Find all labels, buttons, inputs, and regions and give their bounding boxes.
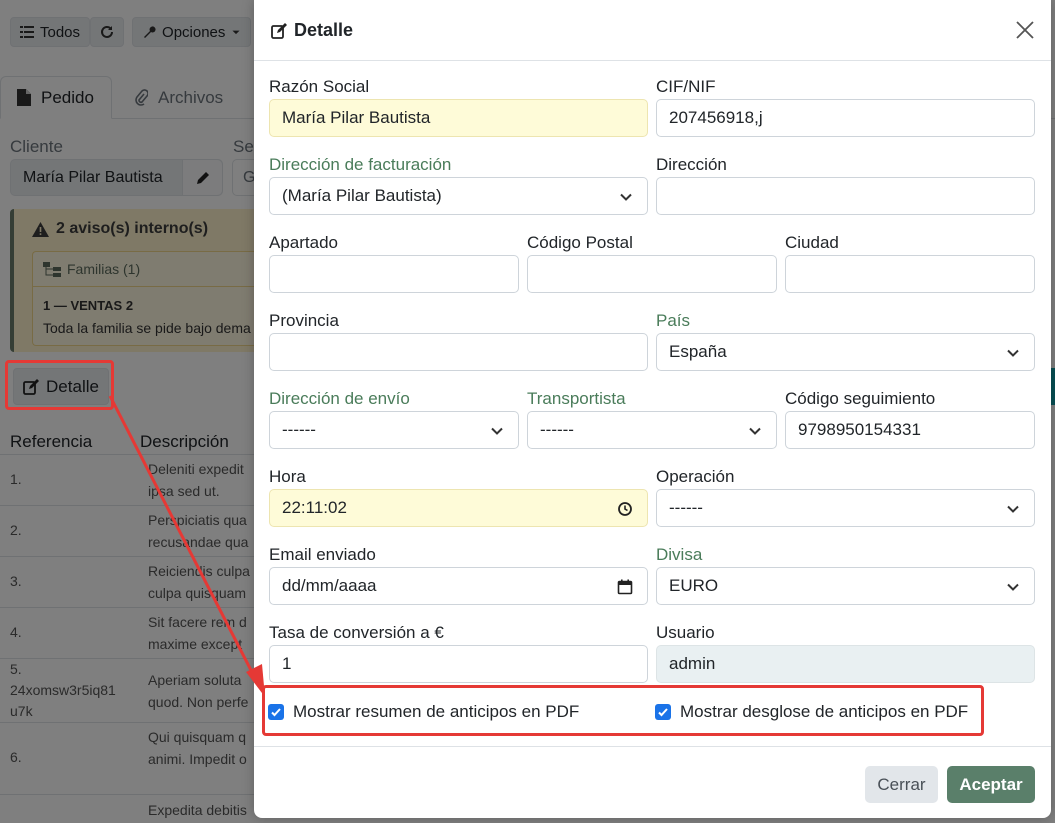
direccion-label: Dirección bbox=[656, 155, 727, 174]
divisa-value: EURO bbox=[669, 576, 719, 595]
cif-label: CIF/NIF bbox=[656, 77, 716, 96]
direccion-input[interactable] bbox=[656, 177, 1035, 215]
chevron-down-icon bbox=[1007, 505, 1019, 513]
close-icon[interactable] bbox=[1015, 20, 1035, 40]
calendar-icon[interactable] bbox=[617, 579, 633, 595]
annotation-detalle-highlight bbox=[5, 360, 114, 410]
hora-value: 22:11:02 bbox=[282, 498, 347, 517]
hora-input[interactable]: 22:11:02 bbox=[269, 489, 648, 527]
razon-social-label: Razón Social bbox=[269, 77, 370, 96]
ciudad-input[interactable] bbox=[785, 255, 1035, 293]
dir-facturacion-value: (María Pilar Bautista) bbox=[282, 186, 442, 205]
apartado-input[interactable] bbox=[269, 255, 519, 293]
email-enviado-value: dd/mm/aaaa bbox=[282, 576, 377, 595]
divisa-select[interactable]: EURO bbox=[656, 567, 1035, 605]
provincia-input[interactable] bbox=[269, 333, 648, 371]
modal-title-text: Detalle bbox=[294, 20, 354, 40]
dir-facturacion-select[interactable]: (María Pilar Bautista) bbox=[269, 177, 648, 215]
hora-label: Hora bbox=[269, 467, 306, 486]
annotation-checkbox-highlight bbox=[262, 685, 984, 736]
email-enviado-date-input[interactable]: dd/mm/aaaa bbox=[269, 567, 648, 605]
tasa-input[interactable]: 1 bbox=[269, 645, 648, 683]
usuario-label: Usuario bbox=[656, 623, 715, 642]
ciudad-label: Ciudad bbox=[785, 233, 839, 252]
email-enviado-label: Email enviado bbox=[269, 545, 376, 564]
modal-title: Detalle bbox=[271, 20, 353, 41]
chevron-down-icon bbox=[491, 427, 503, 435]
aceptar-button[interactable]: Aceptar bbox=[947, 766, 1035, 803]
cif-value: 207456918,j bbox=[669, 108, 763, 127]
tasa-label: Tasa de conversión a € bbox=[269, 623, 444, 642]
pais-select[interactable]: España bbox=[656, 333, 1035, 371]
edit-square-icon bbox=[271, 22, 287, 39]
chevron-down-icon bbox=[1007, 349, 1019, 357]
dir-envio-label[interactable]: Dirección de envío bbox=[269, 389, 410, 409]
pais-value: España bbox=[669, 342, 727, 361]
tasa-value: 1 bbox=[282, 654, 292, 673]
usuario-input: admin bbox=[656, 645, 1035, 683]
chevron-down-icon bbox=[749, 427, 761, 435]
codigo-postal-input[interactable] bbox=[527, 255, 777, 293]
operacion-label: Operación bbox=[656, 467, 735, 486]
clock-icon[interactable] bbox=[617, 501, 633, 517]
codigo-seguimiento-input[interactable]: 9798950154331 bbox=[785, 411, 1035, 449]
modal-header: Detalle bbox=[254, 0, 1051, 61]
pais-label[interactable]: País bbox=[656, 311, 690, 331]
cif-input[interactable]: 207456918,j bbox=[656, 99, 1035, 137]
apartado-label: Apartado bbox=[269, 233, 338, 252]
razon-social-input[interactable]: María Pilar Bautista bbox=[269, 99, 648, 137]
codigo-postal-label: Código Postal bbox=[527, 233, 633, 252]
codigo-seguimiento-value: 9798950154331 bbox=[798, 420, 921, 439]
modal-footer: Cerrar Aceptar bbox=[254, 746, 1051, 818]
operacion-value: ------ bbox=[669, 498, 703, 517]
transportista-value: ------ bbox=[540, 420, 574, 439]
transportista-label[interactable]: Transportista bbox=[527, 389, 626, 409]
chevron-down-icon bbox=[620, 193, 632, 201]
transportista-select[interactable]: ------ bbox=[527, 411, 777, 449]
usuario-value: admin bbox=[669, 654, 716, 673]
dir-facturacion-label[interactable]: Dirección de facturación bbox=[269, 155, 451, 175]
codigo-seguimiento-label: Código seguimiento bbox=[785, 389, 936, 408]
divisa-label[interactable]: Divisa bbox=[656, 545, 702, 565]
dir-envio-value: ------ bbox=[282, 420, 316, 439]
cerrar-button[interactable]: Cerrar bbox=[865, 766, 938, 803]
provincia-label: Provincia bbox=[269, 311, 339, 330]
operacion-select[interactable]: ------ bbox=[656, 489, 1035, 527]
chevron-down-icon bbox=[1007, 583, 1019, 591]
dir-envio-select[interactable]: ------ bbox=[269, 411, 519, 449]
razon-social-value: María Pilar Bautista bbox=[282, 108, 431, 127]
